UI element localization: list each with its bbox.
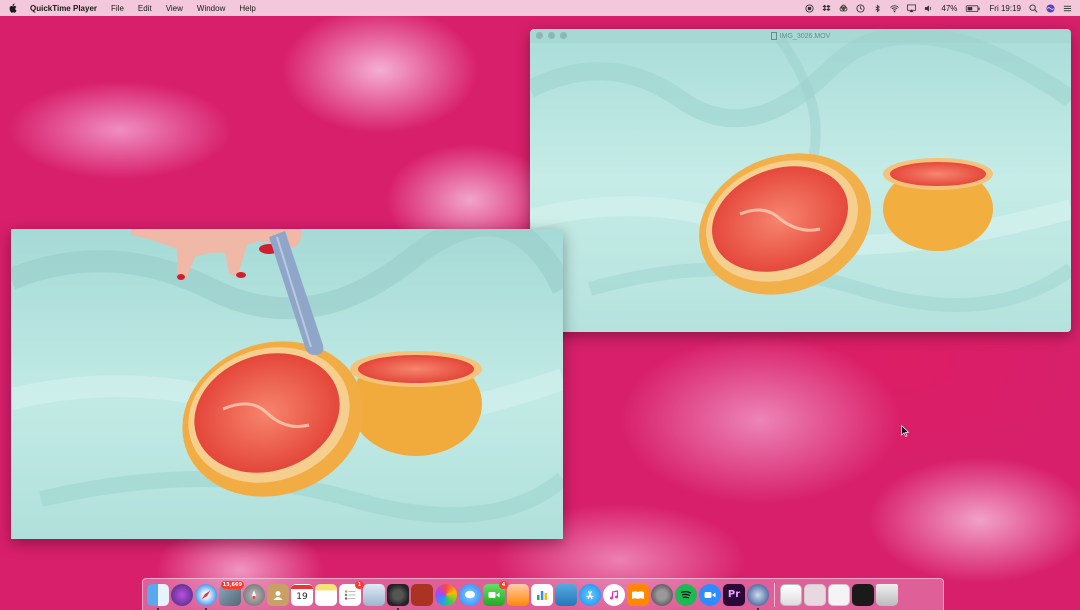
status-menu-area: 47% Fri 19:19: [805, 4, 1072, 13]
spotify-icon[interactable]: [675, 583, 697, 606]
zoom-icon[interactable]: [699, 583, 721, 606]
contacts-icon[interactable]: [267, 583, 289, 606]
safari-icon[interactable]: [195, 583, 217, 610]
siri-icon[interactable]: [171, 583, 193, 606]
video-frame-grapefruit-halves: [530, 29, 1071, 332]
keynote-icon[interactable]: [555, 583, 577, 606]
calendar-day: 19: [296, 591, 308, 602]
quicktime-window-left[interactable]: [11, 229, 563, 539]
quicktime-window-right[interactable]: IMG_3026.MOV: [530, 29, 1071, 332]
notes-icon[interactable]: [315, 583, 337, 606]
trash-icon[interactable]: [876, 583, 898, 606]
menu-file[interactable]: File: [111, 4, 124, 13]
reminders-icon[interactable]: 1: [339, 580, 364, 606]
dock-separator: [774, 582, 775, 607]
messages-icon[interactable]: [459, 583, 481, 606]
wifi-icon[interactable]: [890, 4, 900, 13]
menu-app-name[interactable]: QuickTime Player: [30, 4, 97, 13]
zoom-button[interactable]: [560, 32, 567, 39]
minimized-window-2-icon[interactable]: [828, 583, 850, 606]
siri-icon[interactable]: [1046, 3, 1055, 13]
premiere-pro-icon[interactable]: Pr: [723, 583, 745, 606]
photos-icon[interactable]: [435, 583, 457, 606]
menubar-clock[interactable]: Fri 19:19: [989, 4, 1021, 13]
minimized-window-1-icon[interactable]: [804, 583, 826, 606]
movie-file-icon: [770, 32, 777, 40]
window-title: IMG_3026.MOV: [770, 32, 831, 40]
preview-icon[interactable]: [363, 583, 385, 606]
volume-icon[interactable]: [924, 4, 933, 13]
dropbox-icon[interactable]: [822, 4, 831, 13]
document-icon[interactable]: [780, 583, 802, 606]
finder-icon[interactable]: [147, 583, 169, 610]
photos-app-icon[interactable]: 13,669: [219, 580, 244, 606]
screenshot-icon[interactable]: [387, 583, 409, 610]
spotlight-search-icon[interactable]: [1029, 3, 1038, 13]
window-titlebar[interactable]: IMG_3026.MOV: [530, 29, 1071, 43]
photo-booth-icon[interactable]: [411, 583, 433, 606]
menu-help[interactable]: Help: [239, 4, 255, 13]
apple-icon[interactable]: [8, 3, 18, 14]
ibooks-icon[interactable]: [627, 583, 649, 606]
window-title-text: IMG_3026.MOV: [779, 32, 831, 40]
battery-percent[interactable]: 47%: [941, 4, 957, 13]
dock: 13,669 19 1 4 Pr: [142, 578, 944, 610]
video-frame-grapefruit-with-pen: [11, 229, 563, 539]
minimize-button[interactable]: [548, 32, 555, 39]
bluetooth-icon[interactable]: [873, 3, 882, 13]
time-machine-icon[interactable]: [856, 3, 865, 13]
launchpad-icon[interactable]: [243, 583, 265, 606]
menu-edit[interactable]: Edit: [138, 4, 152, 13]
itunes-icon[interactable]: [603, 583, 625, 606]
window-controls: [536, 32, 567, 39]
menu-bar: QuickTime Player File Edit View Window H…: [0, 0, 1080, 16]
app-store-icon[interactable]: [579, 583, 601, 606]
menu-window[interactable]: Window: [197, 4, 225, 13]
minimized-window-3-icon[interactable]: [852, 583, 874, 606]
calendar-icon[interactable]: 19: [291, 583, 313, 606]
menu-view[interactable]: View: [166, 4, 183, 13]
airplay-icon[interactable]: [907, 3, 917, 13]
creative-cloud-icon[interactable]: [839, 4, 848, 13]
system-preferences-icon[interactable]: [651, 583, 673, 606]
quicktime-icon[interactable]: [747, 583, 769, 610]
numbers-icon[interactable]: [531, 583, 553, 606]
pages-icon[interactable]: [507, 583, 529, 606]
mouse-pointer-icon: [901, 425, 909, 437]
battery-icon[interactable]: [965, 4, 981, 13]
notification-center-icon[interactable]: [1063, 4, 1072, 13]
photos-app-badge: 13,669: [220, 580, 244, 589]
close-button[interactable]: [536, 32, 543, 39]
facetime-icon[interactable]: 4: [483, 580, 508, 606]
stop-recording-icon[interactable]: [805, 3, 814, 13]
